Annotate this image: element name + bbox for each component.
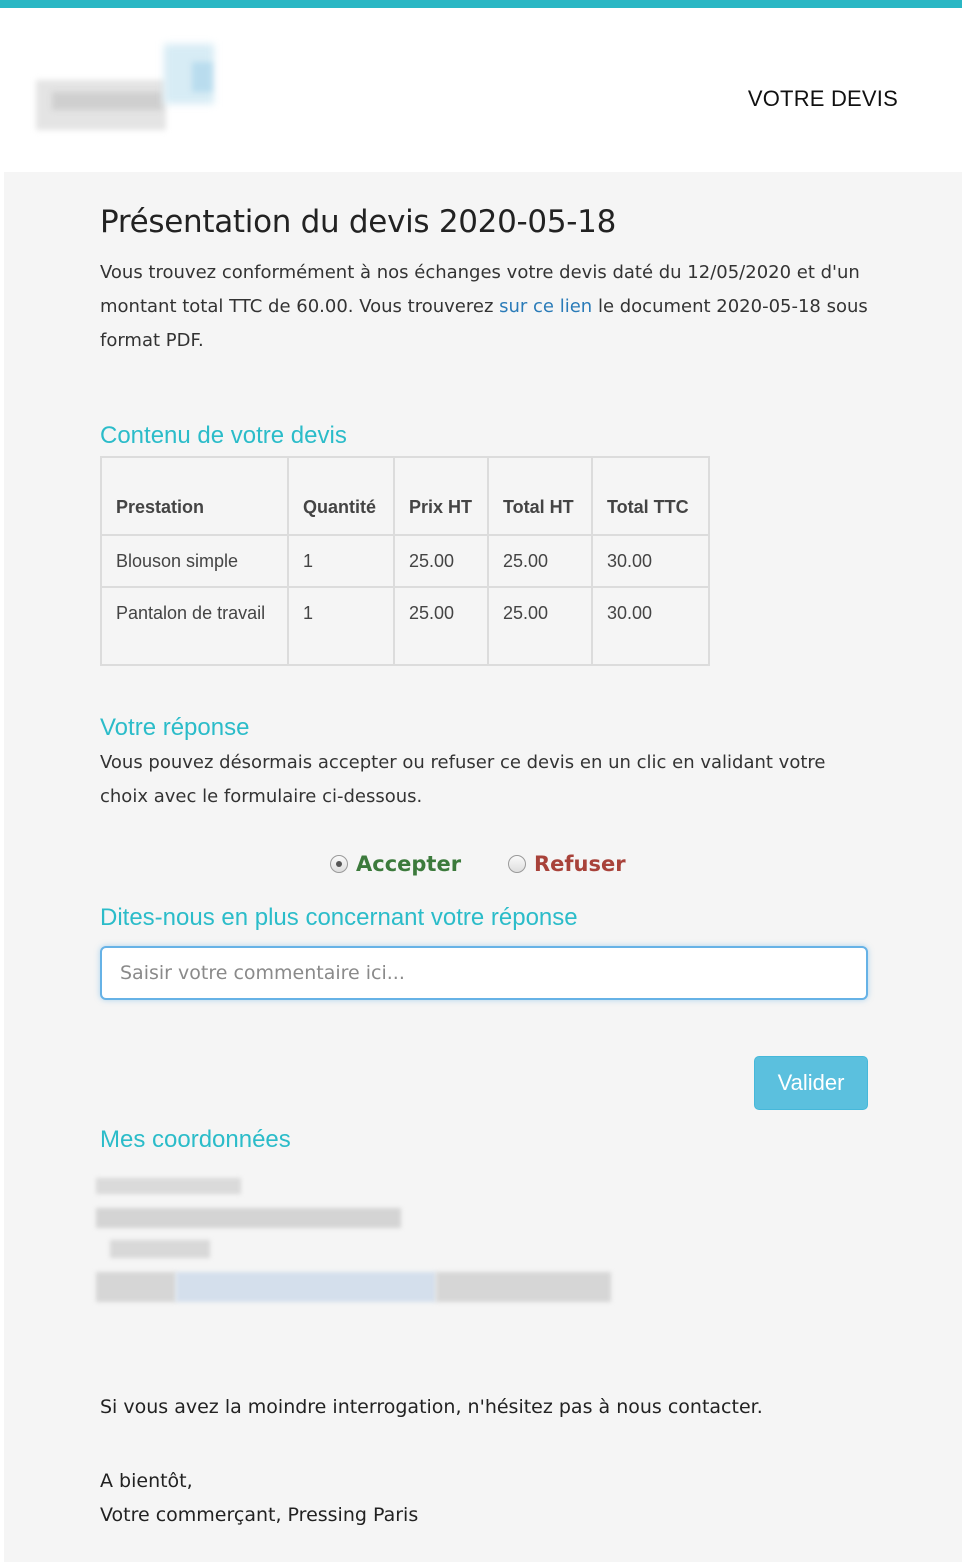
table-header-row: Prestation Quantité Prix HT Total HT Tot…	[100, 456, 710, 536]
table-cell: 25.00	[393, 586, 489, 666]
page-title: Présentation du devis 2020-05-18	[100, 204, 616, 240]
table-row: Blouson simple 1 25.00 25.00 30.00	[100, 534, 710, 588]
closing-text: Si vous avez la moindre interrogation, n…	[100, 1396, 763, 1418]
company-logo	[32, 36, 222, 141]
column-header: Prestation	[100, 456, 289, 536]
table-cell: 25.00	[393, 534, 489, 588]
column-header: Prix HT	[393, 456, 489, 536]
table-cell: Blouson simple	[100, 534, 289, 588]
signoff: A bientôt, Votre commerçant, Pressing Pa…	[100, 1464, 870, 1532]
accept-radio[interactable]	[330, 855, 348, 873]
table-cell: 1	[287, 586, 395, 666]
signoff-greeting: A bientôt,	[100, 1470, 193, 1492]
column-header: Total TTC	[591, 456, 710, 536]
header-title: VOTRE DEVIS	[747, 86, 898, 111]
pdf-link[interactable]: sur ce lien	[499, 296, 592, 317]
quote-table: Prestation Quantité Prix HT Total HT Tot…	[100, 456, 710, 666]
table-row: Pantalon de travail 1 25.00 25.00 30.00	[100, 586, 710, 666]
section-title-contenu: Contenu de votre devis	[100, 422, 347, 449]
page-header: VOTRE DEVIS	[4, 8, 962, 172]
refuse-radio[interactable]	[508, 855, 526, 873]
section-title-comment: Dites-nous en plus concernant votre répo…	[100, 904, 578, 931]
table-cell: 30.00	[591, 586, 710, 666]
redacted-contact-details	[96, 1176, 656, 1316]
top-accent-bar	[0, 0, 962, 8]
table-cell: 1	[287, 534, 395, 588]
reponse-description: Vous pouvez désormais accepter ou refuse…	[100, 752, 826, 807]
refuse-label[interactable]: Refuser	[534, 848, 626, 880]
section-title-reponse: Votre réponse	[100, 714, 250, 741]
table-cell: Pantalon de travail	[100, 586, 289, 666]
table-cell: 25.00	[487, 586, 593, 666]
section-title-coordonnees: Mes coordonnées	[100, 1126, 291, 1153]
left-edge	[0, 8, 4, 1562]
table-cell: 25.00	[487, 534, 593, 588]
table-cell: 30.00	[591, 534, 710, 588]
signoff-merchant: Votre commerçant, Pressing Paris	[100, 1504, 419, 1526]
intro-paragraph: Vous trouvez conformément à nos échanges…	[100, 256, 870, 358]
comment-input[interactable]	[100, 946, 868, 1000]
column-header: Quantité	[287, 456, 395, 536]
submit-button[interactable]: Valider	[754, 1056, 868, 1110]
column-header: Total HT	[487, 456, 593, 536]
accept-label[interactable]: Accepter	[356, 848, 461, 880]
quote-presentation: Présentation du devis 2020-05-18 Vous tr…	[100, 200, 870, 358]
